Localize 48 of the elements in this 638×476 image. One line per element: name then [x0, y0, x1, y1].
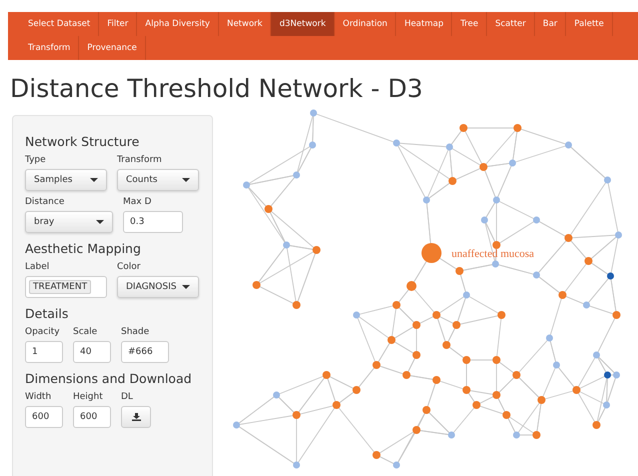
caret-icon	[182, 285, 190, 289]
field-label: Height	[73, 392, 104, 402]
field-label: Distance	[25, 197, 66, 207]
nav-tab[interactable]: Filter	[99, 12, 138, 36]
nav-tab[interactable]: Palette	[566, 12, 613, 36]
tag-chip[interactable]: TREATMENT	[29, 280, 92, 294]
section-heading: Network Structure	[25, 134, 140, 149]
section-heading: Aesthetic Mapping	[25, 241, 142, 256]
field-label: Opacity	[25, 327, 61, 337]
nav-tab[interactable]: Provenance	[79, 36, 146, 60]
input-field[interactable]: 600	[25, 406, 63, 428]
field-label: Label	[25, 262, 50, 272]
download-button[interactable]	[121, 406, 151, 428]
input-field[interactable]: 1	[25, 341, 63, 363]
section-heading: Dimensions and Download	[25, 371, 193, 386]
input-field[interactable]: 600	[73, 406, 111, 428]
nav-tab[interactable]: Select Dataset	[20, 12, 100, 36]
field-label: Shade	[121, 327, 150, 337]
field-label: Width	[25, 392, 52, 402]
input-field[interactable]: TREATMENT	[25, 276, 107, 298]
nav-tab[interactable]: Scatter	[487, 12, 535, 36]
field-label: Max D	[123, 197, 152, 207]
download-icon	[132, 413, 140, 421]
caret-icon	[182, 178, 190, 182]
input-field[interactable]: 0.3	[123, 211, 183, 233]
nav-tab[interactable]: Alpha Diversity	[137, 12, 219, 36]
nav-tab[interactable]: Bar	[534, 12, 566, 36]
caret-icon	[90, 178, 98, 182]
select-dropdown[interactable]: Counts	[117, 169, 199, 191]
section-heading: Details	[25, 306, 70, 321]
nav-tab[interactable]: Ordination	[334, 12, 396, 36]
select-dropdown[interactable]: Samples	[25, 169, 107, 191]
select-dropdown[interactable]: bray	[25, 211, 113, 233]
nav-tab[interactable]: Transform	[20, 36, 80, 60]
page-title: Distance Threshold Network - D3	[10, 74, 424, 103]
nav-tab[interactable]: Heatmap	[396, 12, 452, 36]
input-field[interactable]: 40	[73, 341, 111, 363]
nav-tab[interactable]: d3Network	[271, 12, 335, 36]
select-dropdown[interactable]: DIAGNOSIS	[117, 276, 199, 298]
input-field[interactable]: #666	[121, 341, 169, 363]
field-label: DL	[121, 392, 134, 402]
caret-icon	[96, 220, 104, 224]
nav-tab[interactable]: Tree	[452, 12, 488, 36]
node-label: unaffected mucosa	[452, 248, 534, 260]
field-label: Transform	[117, 155, 163, 165]
field-label: Type	[25, 155, 47, 165]
field-label: Color	[117, 262, 142, 272]
field-label: Scale	[73, 327, 98, 337]
